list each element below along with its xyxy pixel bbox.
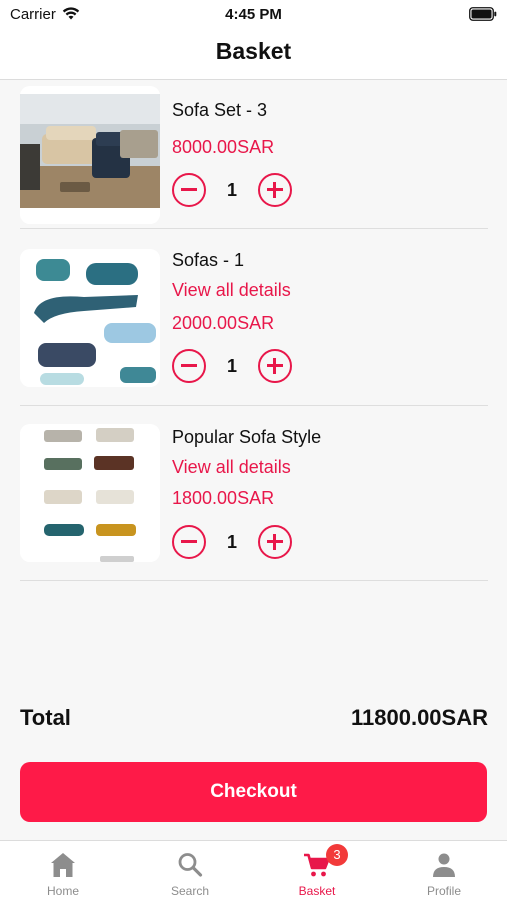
minus-icon: [180, 540, 197, 543]
decrease-quantity-button[interactable]: [172, 525, 206, 559]
basket-item: Sofa Set - 3 8000.00SAR 1: [20, 80, 488, 229]
status-bar: Carrier 4:45 PM: [0, 0, 507, 28]
sofas-collection-photo: [20, 249, 160, 387]
tab-label: Home: [46, 884, 79, 898]
quantity-value: 1: [226, 356, 237, 376]
increase-quantity-button[interactable]: [258, 173, 292, 207]
cart-count-badge: 3: [326, 844, 348, 866]
item-price: 1800.00SAR: [172, 488, 275, 508]
total-row: Total 11800.00SAR: [20, 705, 488, 735]
tab-search[interactable]: Search: [127, 841, 253, 900]
increase-quantity-button[interactable]: [258, 349, 292, 383]
tab-basket[interactable]: 3 Basket: [254, 841, 380, 900]
quantity-value: 1: [226, 180, 237, 200]
total-label: Total: [20, 705, 71, 730]
increase-quantity-button[interactable]: [258, 525, 292, 559]
total-value: 11800.00SAR: [351, 705, 488, 730]
product-image[interactable]: [20, 249, 160, 387]
tab-profile[interactable]: Profile: [381, 841, 507, 900]
product-image[interactable]: [20, 424, 160, 562]
search-icon: [178, 853, 203, 877]
basket-item: Sofas - 1 View all details 2000.00SAR 1: [20, 229, 488, 406]
checkout-button[interactable]: Checkout: [20, 762, 487, 822]
tab-label: Search: [170, 884, 210, 898]
basket-item: Popular Sofa Style View all details 1800…: [20, 406, 488, 581]
item-name: Sofas - 1: [172, 250, 245, 270]
quantity-value: 1: [226, 532, 237, 552]
page-title: Basket: [215, 38, 292, 64]
tab-label: Profile: [426, 884, 461, 898]
tab-label: Basket: [298, 884, 336, 898]
sofa-room-photo: [20, 86, 160, 224]
status-time: 4:45 PM: [225, 6, 282, 23]
minus-icon: [180, 364, 197, 367]
tab-bar: Home Search 3 Basket Profile: [0, 840, 507, 900]
minus-icon: [180, 188, 197, 191]
product-image[interactable]: [20, 86, 160, 224]
view-details-link[interactable]: View all details: [172, 457, 291, 478]
quantity-stepper: 1: [172, 173, 296, 207]
quantity-stepper: 1: [172, 349, 296, 383]
sofa-styles-photo: [20, 424, 160, 562]
home-icon: [51, 853, 75, 877]
decrease-quantity-button[interactable]: [172, 173, 206, 207]
item-name: Sofa Set - 3: [172, 100, 268, 120]
battery-icon: [469, 7, 497, 21]
person-icon: [433, 853, 455, 877]
tab-home[interactable]: Home: [0, 841, 126, 900]
nav-header: Basket: [0, 28, 507, 80]
view-details-link[interactable]: View all details: [172, 280, 291, 301]
decrease-quantity-button[interactable]: [172, 349, 206, 383]
item-price: 2000.00SAR: [172, 313, 275, 333]
item-price: 8000.00SAR: [172, 137, 275, 157]
item-name: Popular Sofa Style: [172, 427, 322, 447]
quantity-stepper: 1: [172, 525, 296, 559]
